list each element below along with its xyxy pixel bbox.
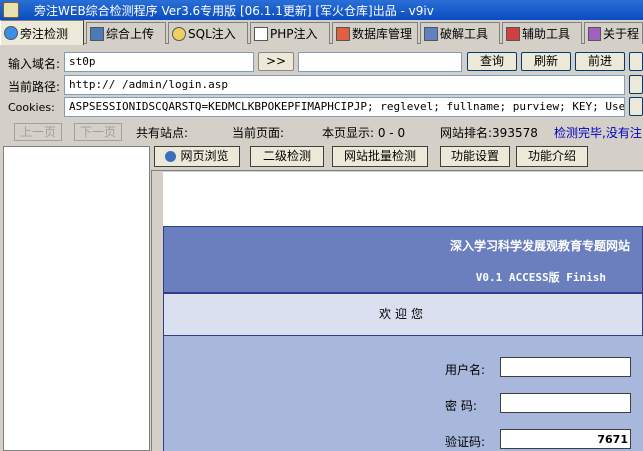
captcha-code: 7671 xyxy=(597,433,628,446)
site-version: V0.1 ACCESS版 Finish xyxy=(475,271,606,284)
tab-upload[interactable]: 综合上传 xyxy=(86,22,166,44)
login-form: 用户名: 密 码: 验证码: 7671 xyxy=(163,336,643,451)
tab-php-injection[interactable]: PHP注入 xyxy=(250,22,330,44)
globe-icon xyxy=(4,26,18,40)
site-rank-label: 网站排名:393578 xyxy=(440,126,538,140)
password-label: 密 码: xyxy=(445,399,477,413)
site-title: 深入学习科学发展观教育专题网站 xyxy=(449,239,630,253)
tab-side-check[interactable]: 旁注检测 xyxy=(0,20,84,45)
username-input[interactable] xyxy=(500,357,631,377)
tab-label: 综合上传 xyxy=(106,27,155,41)
password-input[interactable] xyxy=(500,393,631,413)
site-header: 深入学习科学发展观教育专题网站 V0.1 ACCESS版 Finish xyxy=(163,226,643,293)
settings-button[interactable]: 功能设置 xyxy=(440,146,510,167)
path-label: 当前路径: xyxy=(8,80,61,94)
domain-input[interactable]: st0p xyxy=(64,52,254,72)
site-list-panel[interactable] xyxy=(3,146,150,451)
tab-about[interactable]: 关于程 xyxy=(584,22,643,44)
window-title: 旁注WEB综合检测程序 Ver3.6专用版 [06.1.1更新] [军火仓库]出… xyxy=(34,4,434,18)
go-button[interactable]: >> xyxy=(258,52,294,71)
captcha-input[interactable]: 7671 xyxy=(500,429,631,449)
helper-icon xyxy=(506,26,520,41)
tab-label: 破解工具 xyxy=(440,27,489,41)
app-icon xyxy=(3,2,19,18)
database-icon xyxy=(336,26,350,41)
second-level-button[interactable]: 二级检测 xyxy=(250,146,324,167)
tab-label: 关于程 xyxy=(602,27,639,41)
tab-database[interactable]: 数据库管理 xyxy=(332,22,418,44)
browse-button[interactable]: 网页浏览 xyxy=(154,146,240,167)
tab-label: 数据库管理 xyxy=(352,27,413,41)
refresh-button[interactable]: 刷新 xyxy=(521,52,571,71)
globe-icon xyxy=(165,151,177,162)
tab-bar: 旁注检测 综合上传 SQL注入 PHP注入 数据库管理 破解工具 辅助工具 关于… xyxy=(0,20,643,45)
chart-icon xyxy=(90,26,104,41)
tools-icon xyxy=(424,26,438,41)
tab-label: SQL注入 xyxy=(188,27,236,41)
extra-input[interactable] xyxy=(298,52,462,72)
cookies-input[interactable]: ASPSESSIONIDSCQARSTQ=KEDMCLKBPOKEPFIMAPH… xyxy=(64,97,625,117)
browse-label: 网页浏览 xyxy=(180,149,229,163)
username-label: 用户名: xyxy=(445,363,486,377)
query-button[interactable]: 查询 xyxy=(467,52,517,71)
tab-sql-injection[interactable]: SQL注入 xyxy=(168,22,248,44)
more-button[interactable] xyxy=(629,52,643,71)
tab-label: PHP注入 xyxy=(270,27,318,41)
info-icon xyxy=(588,26,601,41)
tab-label: 辅助工具 xyxy=(522,27,571,41)
tab-label: 旁注检测 xyxy=(20,26,69,41)
path-input[interactable]: http:// /admin/login.asp xyxy=(64,75,625,95)
welcome-text: 欢迎您 xyxy=(163,293,643,336)
prev-page-button[interactable]: 上一页 xyxy=(14,123,62,141)
batch-check-button[interactable]: 网站批量检测 xyxy=(332,146,428,167)
domain-label: 输入域名: xyxy=(8,57,61,71)
magnifier-icon xyxy=(172,26,186,41)
tab-helper-tools[interactable]: 辅助工具 xyxy=(502,22,582,44)
forward-button[interactable]: 前进 xyxy=(575,52,625,71)
intro-button[interactable]: 功能介绍 xyxy=(516,146,588,167)
current-page-label: 当前页面: xyxy=(232,126,285,140)
page-display-label: 本页显示: 0 - 0 xyxy=(322,126,406,140)
next-page-button[interactable]: 下一页 xyxy=(74,123,122,141)
captcha-label: 验证码: xyxy=(445,435,486,449)
cookies-button[interactable] xyxy=(629,97,643,116)
check-status-text: 检测完毕,没有注 xyxy=(554,126,642,140)
total-sites-label: 共有站点: xyxy=(136,126,189,140)
path-go-button[interactable] xyxy=(629,75,643,94)
title-bar: 旁注WEB综合检测程序 Ver3.6专用版 [06.1.1更新] [军火仓库]出… xyxy=(0,0,643,20)
cookies-label: Cookies: xyxy=(8,101,55,114)
document-icon xyxy=(254,26,268,41)
tab-crack-tools[interactable]: 破解工具 xyxy=(420,22,500,44)
